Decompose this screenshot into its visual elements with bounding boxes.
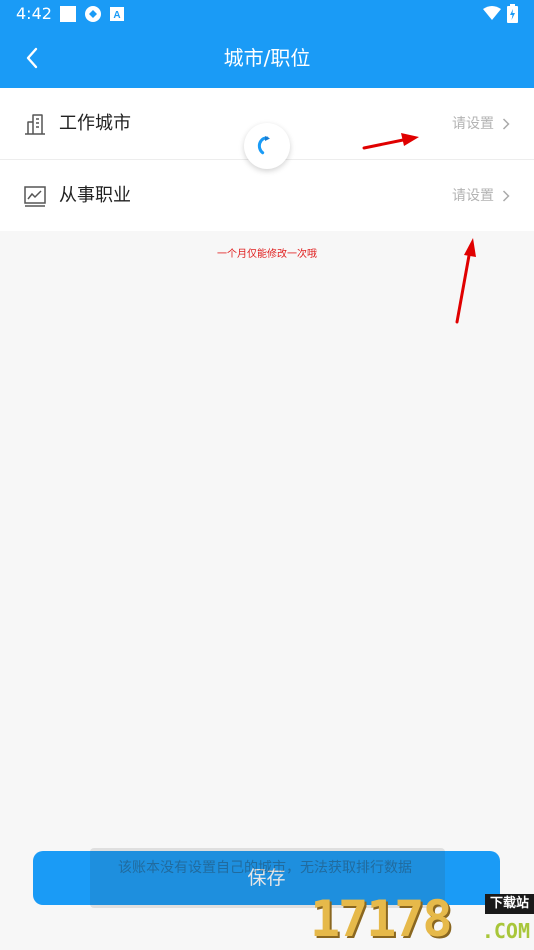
settings-row-label: 工作城市 <box>59 113 131 134</box>
notice-text: 一个月仅能修改一次哦 <box>217 249 317 260</box>
page-title: 城市/职位 <box>223 46 311 70</box>
app-badge-icon <box>85 6 101 22</box>
refresh-icon <box>257 136 273 156</box>
battery-charging-icon <box>507 4 518 23</box>
settings-row-value: 请设置 <box>452 188 494 204</box>
watermark-logo: 17178 下载站 .COM <box>310 888 534 950</box>
app-header: 4:42 A 城市/职位 <box>0 0 534 88</box>
nav-bar: 城市/职位 <box>0 28 534 88</box>
status-bar: 4:42 A <box>0 0 534 28</box>
watermark-suffix: .COM <box>481 919 530 943</box>
watermark-tag: 下载站 <box>484 894 534 914</box>
building-icon <box>25 114 45 135</box>
settings-row-label: 从事职业 <box>59 185 131 206</box>
chevron-right-icon <box>502 118 510 130</box>
loading-spinner <box>244 123 290 169</box>
notification-square-icon <box>60 6 76 22</box>
settings-row-value: 请设置 <box>452 116 494 132</box>
settings-row-occupation[interactable]: 从事职业 请设置 <box>0 159 534 231</box>
watermark-digits: 17178 <box>310 890 453 948</box>
wifi-icon <box>483 6 501 20</box>
chart-line-icon <box>24 186 46 207</box>
status-time: 4:42 <box>16 4 52 23</box>
chevron-right-icon <box>502 190 510 202</box>
font-a-icon: A <box>110 7 124 21</box>
svg-text:A: A <box>113 10 120 21</box>
